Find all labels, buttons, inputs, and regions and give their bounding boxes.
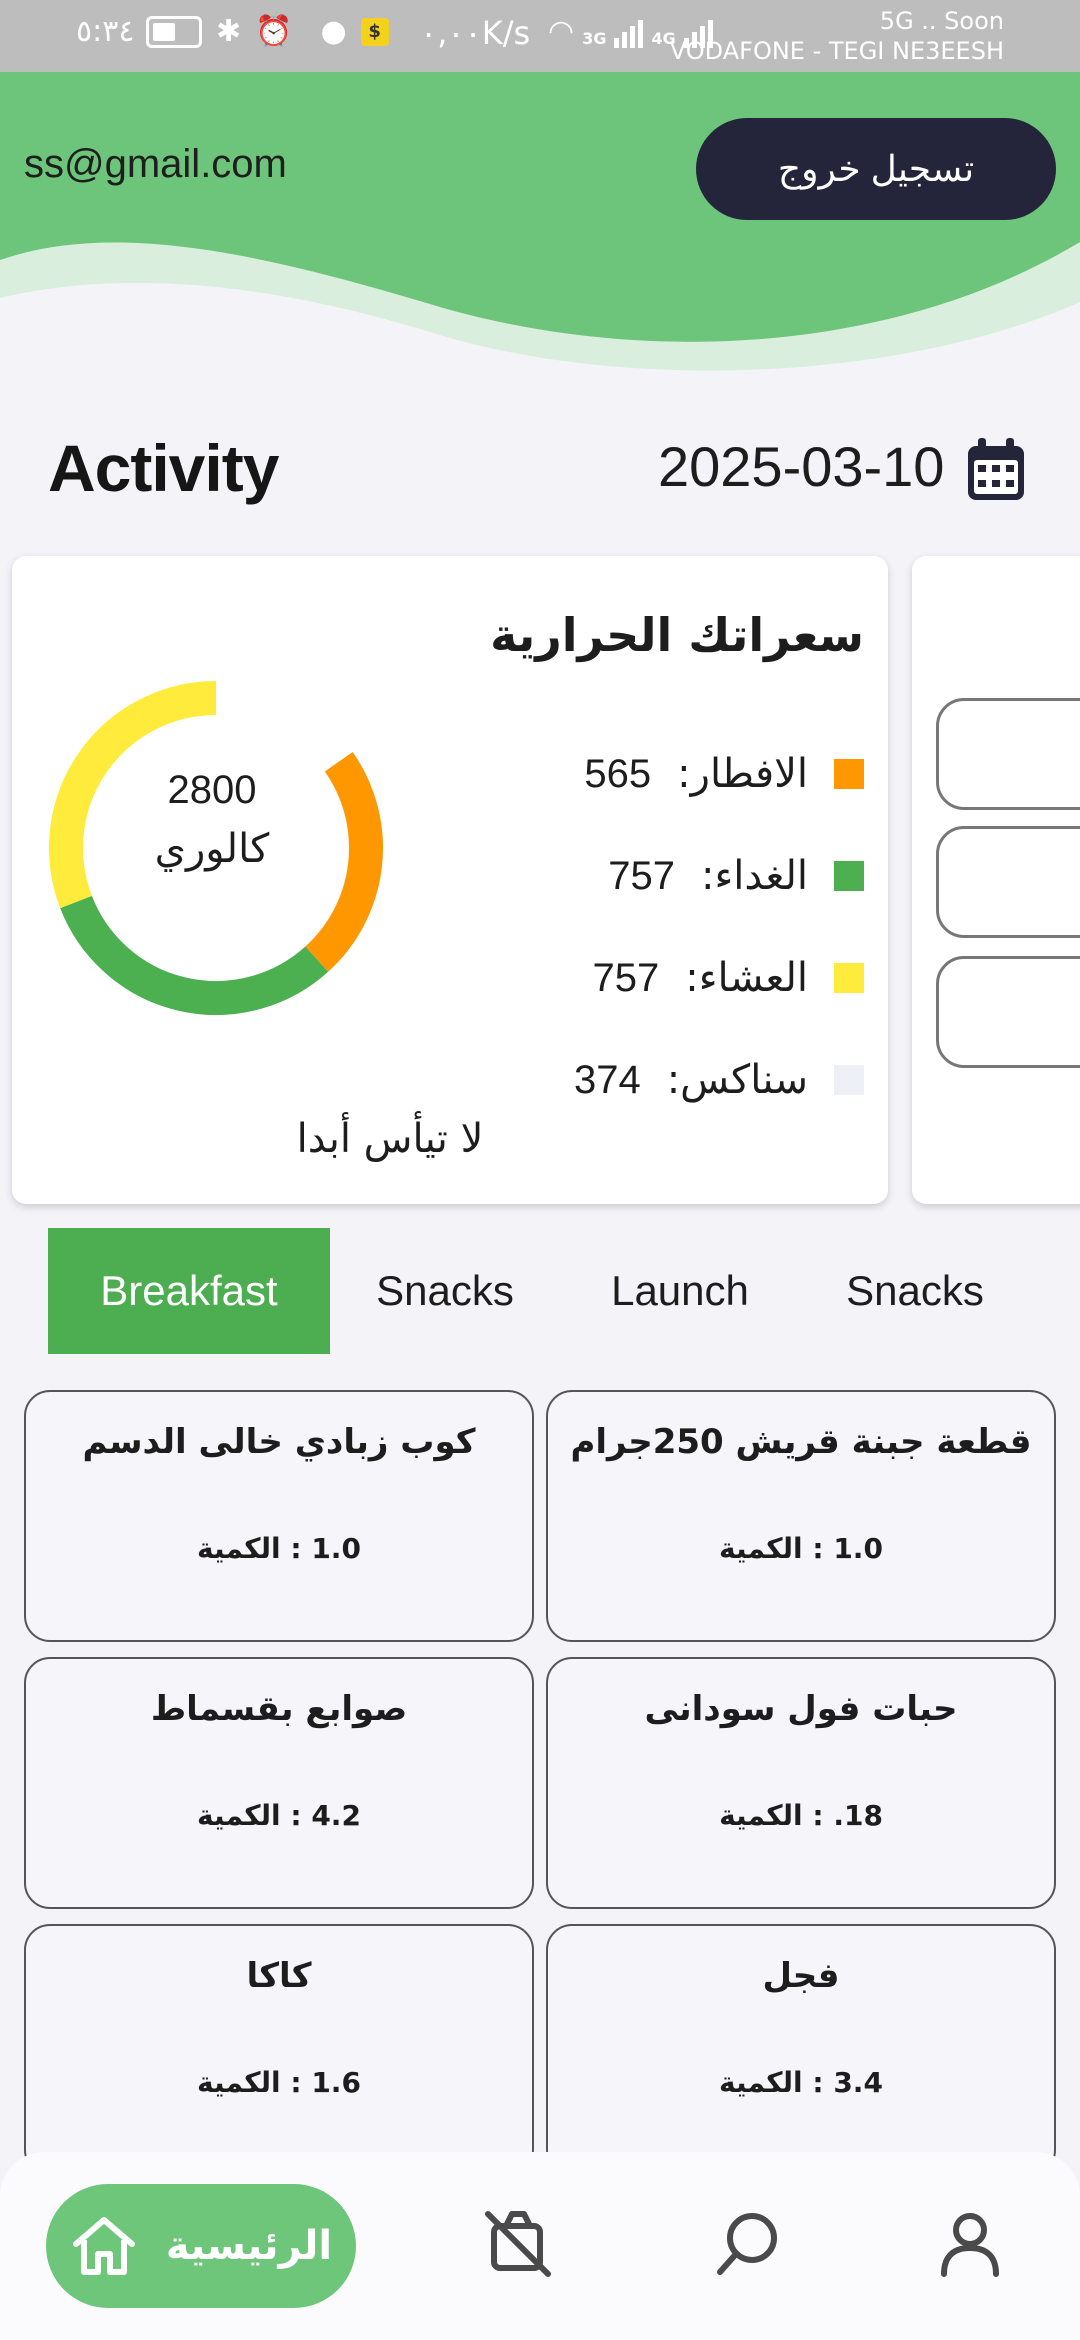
legend-swatch	[834, 963, 864, 993]
signal-3g-icon	[614, 18, 644, 48]
alarm-icon: ⏰	[255, 14, 293, 49]
meal-tabs: Breakfast Snacks Launch Snacks	[48, 1228, 1048, 1354]
status-icons: ✱ ⏰ ● $	[146, 16, 389, 48]
legend-value: 757	[592, 955, 660, 1000]
nav-home-button[interactable]: الرئيسية	[46, 2184, 356, 2308]
bluetooth-icon: ✱	[216, 14, 242, 49]
ring-segment-lunch	[60, 895, 329, 1015]
food-card[interactable]: كاكا 1.6 : الكمية	[24, 1924, 534, 2176]
preview-outline-box	[936, 956, 1080, 1068]
legend-swatch	[834, 759, 864, 789]
food-quantity: 1.0 : الكمية	[197, 1532, 361, 1565]
home-icon	[72, 2217, 135, 2275]
app-screen: ٥:٣٤ ✱ ⏰ ● $ ٠,٠٠K/s ◠ 3G 4G 5G .. Soon …	[0, 0, 1080, 2340]
tab-snacks[interactable]: Snacks	[330, 1228, 560, 1354]
legend-label: الافطار:	[677, 751, 808, 797]
legend-value: 757	[608, 853, 675, 898]
legend-value: 374	[573, 1057, 641, 1102]
food-name: حبات فول سودانى	[644, 1689, 958, 1729]
no-food-icon[interactable]	[482, 2208, 554, 2280]
status-bar: ٥:٣٤ ✱ ⏰ ● $ ٠,٠٠K/s ◠ 3G 4G 5G .. Soon …	[0, 0, 1080, 72]
app-notification-icon: $	[360, 18, 389, 46]
food-quantity: 4.2 : الكمية	[197, 1799, 361, 1832]
ring-segment-snacks	[215, 681, 353, 772]
legend-breakfast: 565 الافطار:	[344, 744, 864, 804]
legend-swatch	[834, 861, 864, 891]
food-name: صوابع بقسماط	[150, 1689, 408, 1729]
motivation-text: لا تيأس أبدا	[296, 1116, 484, 1162]
preview-outline-box	[936, 826, 1080, 938]
calories-total: 2800	[167, 768, 257, 812]
next-card-preview	[912, 556, 1080, 1204]
food-quantity: 1.0 : الكمية	[719, 1532, 883, 1565]
profile-icon[interactable]	[934, 2208, 1006, 2280]
header: ss@gmail.com تسجيل خروج	[0, 72, 1080, 382]
calendar-icon[interactable]	[966, 438, 1026, 502]
user-email: ss@gmail.com	[24, 142, 287, 186]
tab-launch[interactable]: Launch	[560, 1228, 800, 1354]
food-quantity: 18. : الكمية	[719, 1799, 883, 1832]
calories-card: سعراتك الحرارية 565 الافطار: 757 الغداء:…	[12, 556, 888, 1204]
food-name: قطعة جبنة قريش 250جرام	[570, 1422, 1032, 1462]
nav-home-label: الرئيسية	[165, 2223, 333, 2269]
legend-dinner: 757 العشاء:	[344, 948, 864, 1008]
battery-icon	[146, 16, 202, 48]
food-card[interactable]: فجل 3.4 : الكمية	[546, 1924, 1056, 2176]
carrier-name: VODAFONE - TEGI NE3EESH	[669, 37, 1004, 65]
food-quantity: 3.4 : الكمية	[719, 2066, 883, 2099]
preview-outline-box	[936, 698, 1080, 810]
legend-label: الغداء:	[701, 853, 808, 899]
network-speed: ٠,٠٠K/s	[420, 14, 531, 52]
chat-icon: ●	[320, 14, 347, 49]
legend-label: العشاء:	[685, 955, 808, 1001]
selected-date[interactable]: 2025-03-10	[658, 434, 944, 499]
food-name: كاكا	[246, 1956, 312, 1996]
tab-snacks-2[interactable]: Snacks	[800, 1228, 1030, 1354]
food-card[interactable]: قطعة جبنة قريش 250جرام 1.0 : الكمية	[546, 1390, 1056, 1642]
activity-title: Activity	[48, 431, 279, 505]
network-3g-label: 3G	[582, 29, 607, 48]
food-card[interactable]: كوب زبادي خالى الدسم 1.0 : الكمية	[24, 1390, 534, 1642]
food-name: فجل	[762, 1956, 840, 1996]
legend-swatch	[834, 1065, 864, 1095]
food-quantity: 1.6 : الكمية	[197, 2066, 361, 2099]
calories-card-title: سعراتك الحرارية	[490, 608, 864, 662]
legend-snacks: 374 سناكس:	[344, 1050, 864, 1110]
status-time: ٥:٣٤	[76, 14, 135, 49]
tab-breakfast[interactable]: Breakfast	[48, 1228, 330, 1354]
search-icon[interactable]	[712, 2208, 784, 2280]
legend-lunch: 757 الغداء:	[344, 846, 864, 906]
food-card[interactable]: صوابع بقسماط 4.2 : الكمية	[24, 1657, 534, 1909]
wifi-icon: ◠	[548, 14, 575, 49]
network-5g-note: 5G .. Soon	[879, 7, 1004, 35]
legend-value: 565	[584, 751, 652, 796]
food-name: كوب زبادي خالى الدسم	[82, 1422, 476, 1462]
calories-unit: كالوري	[154, 826, 270, 872]
carrier-info: 5G .. Soon VODAFONE - TEGI NE3EESH	[670, 6, 1004, 66]
bottom-navigation: الرئيسية	[0, 2152, 1080, 2340]
legend-label: سناكس:	[666, 1057, 808, 1103]
logout-button[interactable]: تسجيل خروج	[696, 118, 1056, 220]
food-card[interactable]: حبات فول سودانى 18. : الكمية	[546, 1657, 1056, 1909]
